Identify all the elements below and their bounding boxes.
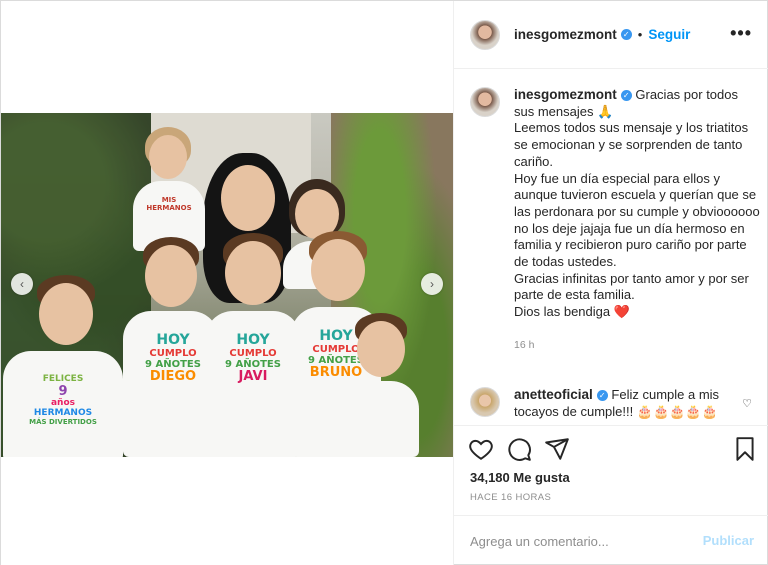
comment-body: anetteoficial ✓ Feliz cumple a mis tocayo… [514, 387, 742, 420]
author-username[interactable]: inesgomezmont [514, 27, 617, 42]
caption-line-3: Hoy fue un día especial para ellos y aun… [514, 170, 760, 270]
more-options-icon[interactable]: ••• [730, 23, 752, 44]
likes-count[interactable]: 34,180 Me gusta [470, 470, 570, 485]
verified-badge-icon: ✓ [596, 390, 608, 402]
diego-shirt-line2: CUMPLO [149, 348, 197, 360]
separator-dot: • [637, 27, 643, 42]
post-dialog: MIS HERMANOS FELICES 9 años HERMANOS MÁS… [0, 0, 768, 565]
post-header: inesgomezmont ✓ • Seguir ••• [454, 1, 768, 69]
verified-badge-icon: ✓ [620, 90, 632, 102]
caption-line-5: Dios las bendiga ❤️ [514, 304, 630, 320]
comments-section: inesgomezmont ✓ Gracias por todos sus men… [454, 69, 768, 425]
comment-like-icon[interactable]: ♡ [742, 397, 752, 410]
verified-badge-icon: ✓ [620, 29, 632, 40]
caption-timestamp[interactable]: 16 h [514, 337, 760, 354]
add-comment-bar: Publicar [454, 515, 768, 565]
caption-username[interactable]: inesgomezmont [514, 87, 617, 102]
caption-body: inesgomezmont ✓ Gracias por todos sus men… [514, 87, 760, 354]
diego-shirt-line1: HOY [156, 332, 190, 348]
chevron-left-icon: ‹ [20, 277, 24, 291]
caption: inesgomezmont ✓ Gracias por todos sus men… [470, 87, 760, 354]
photo-kid-diego: HOY CUMPLO 9 AÑOTES DIEGO [119, 237, 219, 457]
post-photo[interactable]: MIS HERMANOS FELICES 9 años HERMANOS MÁS… [1, 113, 453, 457]
caption-line-2: Leemos todos sus mensaje y los triatitos… [514, 120, 749, 169]
carousel-prev-button[interactable]: ‹ [11, 273, 33, 295]
caption-avatar[interactable] [470, 87, 500, 117]
heart-icon[interactable] [468, 436, 494, 462]
follow-button[interactable]: Seguir [648, 27, 690, 42]
author-avatar[interactable] [470, 19, 500, 50]
photo-kid-1: FELICES 9 años HERMANOS MÁS DIVERTIDOS [1, 271, 123, 457]
commenter-avatar[interactable] [470, 387, 500, 417]
photo-kid-javi: HOY CUMPLO 9 AÑOTES JAVI [205, 233, 301, 457]
toddler-shirt-line2: HERMANOS [146, 203, 192, 212]
comment-icon[interactable] [506, 436, 532, 462]
javi-shirt-line1: HOY [236, 332, 270, 348]
share-icon[interactable] [544, 436, 570, 462]
post-sidebar: inesgomezmont ✓ • Seguir ••• inesgomezmo… [453, 1, 768, 565]
post-time-ago[interactable]: HACE 16 HORAS [470, 492, 551, 503]
kid1-shirt-line2: 9 [58, 383, 68, 399]
bookmark-icon[interactable] [732, 436, 758, 462]
post-actions: 34,180 Me gusta HACE 16 HORAS [454, 425, 768, 515]
caption-line-4: Gracias infinitas por tanto amor y por s… [514, 270, 749, 303]
commenter-username[interactable]: anetteoficial [514, 387, 593, 402]
comment-item: anetteoficial ✓ Feliz cumple a mis tocayo… [470, 387, 760, 420]
photo-kid-5 [345, 313, 421, 457]
media-column: MIS HERMANOS FELICES 9 años HERMANOS MÁS… [1, 1, 453, 565]
javi-shirt-line4: JAVI [238, 369, 268, 385]
diego-shirt-line4: DIEGO [149, 369, 197, 385]
carousel-next-button[interactable]: › [421, 273, 443, 295]
kid1-shirt-line5: MÁS DIVERTIDOS [29, 417, 97, 426]
javi-shirt-line2: CUMPLO [229, 348, 277, 360]
publish-button[interactable]: Publicar [703, 533, 754, 548]
chevron-right-icon: › [430, 277, 434, 291]
comment-input[interactable] [470, 531, 680, 551]
